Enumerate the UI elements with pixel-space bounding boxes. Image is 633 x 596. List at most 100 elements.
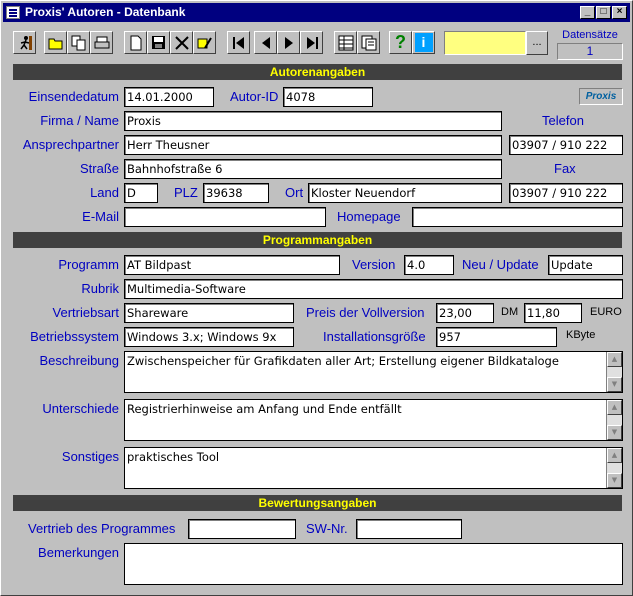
maximize-button[interactable]: □ [596, 6, 611, 19]
firma-field[interactable]: Proxis [124, 111, 502, 131]
delete-icon[interactable] [170, 31, 193, 54]
print-icon[interactable] [90, 31, 113, 54]
fax-label: Fax [554, 161, 576, 176]
dm-unit: DM [501, 306, 519, 318]
beschreibung-text: Zwischenspeicher für Grafikdaten aller A… [127, 354, 559, 368]
main-window: Proxis' Autoren - Datenbank _ □ × ? i ..… [0, 0, 633, 596]
section-bewertung: Bewertungsangaben [13, 495, 622, 511]
app-icon[interactable] [6, 6, 20, 19]
version-label: Version [352, 257, 396, 272]
vertrieb-programmes-label: Vertrieb des Programmes [28, 521, 176, 536]
neu-update-label: Neu / Update [462, 257, 539, 272]
strasse-field[interactable]: Bahnhofstraße 6 [124, 159, 502, 179]
euro-unit: EURO [590, 306, 622, 318]
land-field[interactable]: D [124, 183, 158, 203]
unterschiede-scrollbar[interactable]: ▲ ▼ [606, 400, 622, 440]
fax-field[interactable]: 03907 / 910 222 [509, 183, 623, 203]
swnr-label: SW-Nr. [306, 521, 348, 536]
strasse-label: Straße [79, 161, 119, 176]
bemerkungen-label: Bemerkungen [38, 545, 119, 560]
telefon-label: Telefon [542, 113, 584, 128]
scroll-up-icon[interactable]: ▲ [607, 400, 622, 415]
copy-icon[interactable] [67, 31, 90, 54]
beschreibung-scrollbar[interactable]: ▲ ▼ [606, 352, 622, 392]
toolbar: ? i ... Datensätze 1 [1, 27, 633, 61]
einsendedatum-field[interactable]: 14.01.2000 [124, 87, 214, 107]
section-programm: Programmangaben [13, 232, 622, 248]
neu-update-field[interactable]: Update [548, 255, 623, 275]
preis-dm-field[interactable]: 23,00 [436, 303, 494, 323]
record-count-value: 1 [557, 43, 623, 60]
vertriebsart-label: Vertriebsart [52, 305, 119, 320]
vertriebsart-field[interactable]: Shareware [124, 303, 294, 323]
installationsgroesse-field[interactable]: 957 [436, 327, 557, 347]
homepage-field[interactable] [412, 207, 623, 227]
betriebssystem-field[interactable]: Windows 3.x; Windows 9x [124, 327, 294, 347]
last-record-icon[interactable] [300, 31, 323, 54]
ansprechpartner-label: Ansprechpartner [22, 137, 119, 152]
beschreibung-memo[interactable]: Zwischenspeicher für Grafikdaten aller A… [124, 351, 623, 393]
preis-label: Preis der Vollversion [306, 305, 425, 320]
proxis-logo: Proxis [579, 88, 623, 105]
unterschiede-text: Registrierhinweise am Anfang und Ende en… [127, 402, 402, 416]
minimize-button[interactable]: _ [580, 6, 595, 19]
preis-euro-field[interactable]: 11,80 [524, 303, 582, 323]
help-icon[interactable]: ? [389, 31, 412, 54]
email-label: E-Mail [82, 209, 119, 224]
programm-label: Programm [58, 257, 119, 272]
edit-icon[interactable] [193, 31, 216, 54]
exit-icon[interactable] [13, 31, 36, 54]
einsendedatum-label: Einsendedatum [28, 89, 119, 104]
sonstiges-scrollbar[interactable]: ▲ ▼ [606, 448, 622, 488]
sonstiges-memo[interactable]: praktisches Tool ▲ ▼ [124, 447, 623, 489]
next-record-icon[interactable] [277, 31, 300, 54]
record-count-label: Datensätze [562, 29, 618, 41]
installationsgroesse-label: Installationsgröße [323, 329, 426, 344]
table-view-icon[interactable] [334, 31, 357, 54]
version-field[interactable]: 4.0 [404, 255, 454, 275]
section-autoren: Autorenangaben [13, 64, 622, 80]
plz-field[interactable]: 39638 [203, 183, 269, 203]
form-view-icon[interactable] [357, 31, 380, 54]
scroll-down-icon[interactable]: ▼ [607, 473, 622, 488]
telefon-field[interactable]: 03907 / 910 222 [509, 135, 623, 155]
window-title: Proxis' Autoren - Datenbank [25, 5, 186, 19]
search-button[interactable]: ... [526, 31, 548, 55]
save-icon[interactable] [147, 31, 170, 54]
bemerkungen-memo[interactable] [124, 543, 623, 585]
sonstiges-text: praktisches Tool [127, 450, 220, 464]
info-icon[interactable]: i [412, 31, 435, 54]
betriebssystem-label: Betriebssystem [30, 329, 119, 344]
rubrik-label: Rubrik [81, 281, 119, 296]
programm-field[interactable]: AT Bildpast [124, 255, 340, 275]
swnr-field[interactable] [356, 519, 462, 539]
email-field[interactable] [124, 207, 326, 227]
kbyte-unit: KByte [566, 329, 596, 341]
search-input[interactable] [444, 31, 526, 55]
unterschiede-memo[interactable]: Registrierhinweise am Anfang und Ende en… [124, 399, 623, 441]
scroll-down-icon[interactable]: ▼ [607, 425, 622, 440]
unterschiede-label: Unterschiede [42, 401, 119, 416]
ort-label: Ort [285, 185, 304, 200]
first-record-icon[interactable] [227, 31, 250, 54]
firma-label: Firma / Name [40, 113, 119, 128]
autorid-field[interactable]: 4078 [283, 87, 373, 107]
homepage-label: Homepage [337, 209, 401, 224]
prev-record-icon[interactable] [254, 31, 277, 54]
new-record-icon[interactable] [124, 31, 147, 54]
scroll-up-icon[interactable]: ▲ [607, 448, 622, 463]
plz-label: PLZ [174, 185, 198, 200]
rubrik-field[interactable]: Multimedia-Software [124, 279, 623, 299]
title-bar: Proxis' Autoren - Datenbank _ □ × [3, 3, 630, 22]
ort-field[interactable]: Kloster Neuendorf [308, 183, 502, 203]
scroll-up-icon[interactable]: ▲ [607, 352, 622, 367]
vertrieb-programmes-field[interactable] [188, 519, 296, 539]
land-label: Land [90, 185, 119, 200]
ansprechpartner-field[interactable]: Herr Theusner [124, 135, 502, 155]
close-button[interactable]: × [612, 6, 627, 19]
open-folder-icon[interactable] [44, 31, 67, 54]
sonstiges-label: Sonstiges [61, 449, 119, 464]
beschreibung-label: Beschreibung [39, 353, 120, 368]
scroll-down-icon[interactable]: ▼ [607, 377, 622, 392]
autorid-label: Autor-ID [230, 89, 279, 104]
